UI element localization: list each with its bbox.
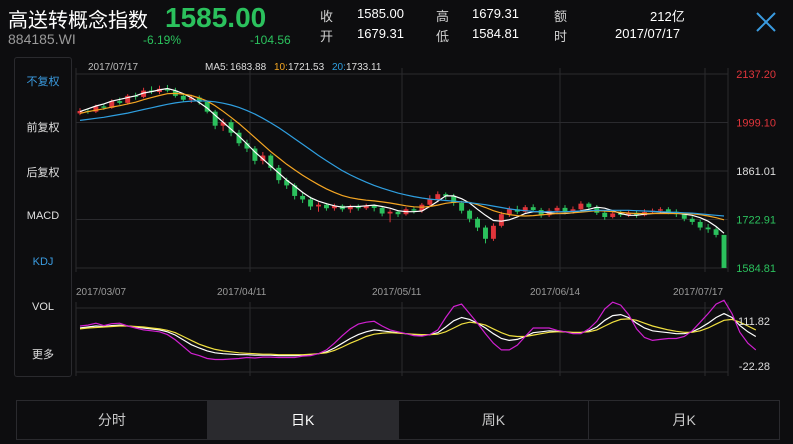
candle [459,202,465,211]
candle [697,221,703,228]
candle [657,209,663,211]
x-tick-label: 2017/06/14 [530,287,580,298]
x-tick-label: 2017/05/11 [372,287,422,298]
y-tick-label: 1999.10 [736,118,776,130]
y-tick-label: 1861.01 [736,166,776,178]
chart-grid [75,68,729,376]
candle [427,199,433,205]
candle [117,101,123,103]
legend-ma20-label: 20: [332,62,346,73]
legend-ma20-value: 1733.11 [346,62,382,73]
candle [554,207,560,211]
candle [665,209,671,212]
kdj-line-j [79,299,757,361]
candlestick-chart[interactable]: 2137.20 1999.10 1861.01 1722.91 1584.81 111.8… [0,0,793,400]
candle [475,218,481,228]
candle [610,213,616,218]
tab-weekly-k[interactable]: 周K [399,401,590,439]
period-tabs: 分时 日K 周K 月K [16,400,780,440]
x-tick-label: 2017/07/17 [673,287,723,298]
kdj-lines [79,299,757,361]
kdj-tick-label: -22.28 [739,361,770,373]
x-axis-labels: 2017/03/07 2017/04/11 2017/05/11 2017/06/14… [76,287,723,298]
candle [379,207,385,214]
candle [395,211,401,215]
candle [300,195,306,200]
candle [490,225,496,239]
candle [578,203,584,210]
candle [180,95,186,100]
candle [721,234,727,268]
candle [586,203,592,208]
candle [316,204,321,207]
legend-date: 2017/07/17 [88,62,138,73]
candle [713,229,719,235]
y-axis-labels: 2137.20 1999.10 1861.01 1722.91 1584.81 111.8… [736,69,776,373]
tab-intraday[interactable]: 分时 [17,401,208,439]
candle [530,207,536,210]
kdj-tick-label: 111.82 [738,316,770,328]
candle [705,227,711,230]
candle [411,209,417,211]
candle [689,218,695,222]
candle [506,209,512,215]
candle [467,210,473,219]
legend-ma5-label: MA5: [205,62,228,73]
x-tick-label: 2017/04/11 [217,287,267,298]
candle [483,227,488,239]
tab-daily-k[interactable]: 日K [207,401,399,439]
legend-ma5-value: 1683.88 [230,62,267,73]
y-tick-label: 1722.91 [736,215,776,227]
candle [101,106,107,108]
candle [435,194,441,200]
candle [602,212,608,218]
kdj-line-d [79,318,757,356]
candle [308,199,314,207]
legend-ma10-value: 1721.53 [288,62,325,73]
candle [323,204,329,209]
ma-legend: 2017/07/17 MA5: 1683.88 10: 1721.53 20: … [88,62,382,73]
x-tick-label: 2017/03/07 [76,287,126,298]
y-tick-label: 2137.20 [736,69,776,81]
legend-ma10-label: 10: [274,62,288,73]
candle [387,211,393,214]
tab-monthly-k[interactable]: 月K [589,401,779,439]
y-tick-label: 1584.81 [736,263,776,275]
candle [371,205,377,208]
candle [498,214,504,226]
